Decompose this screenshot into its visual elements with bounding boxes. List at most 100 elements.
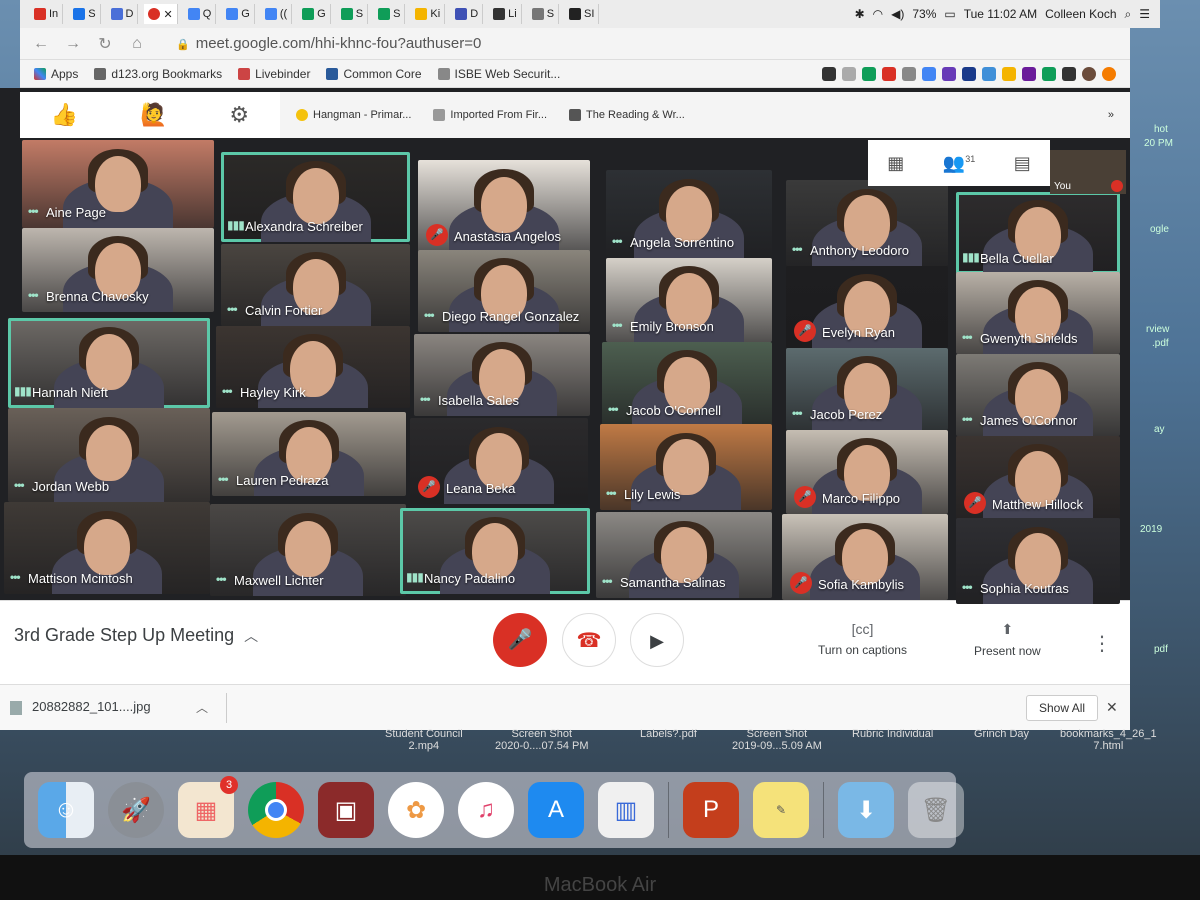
bookmark-isbe[interactable]: ISBE Web Securit... bbox=[437, 67, 560, 81]
extension-icon[interactable] bbox=[922, 66, 936, 81]
bookmark-reading-writing[interactable]: The Reading & Wr... bbox=[569, 109, 685, 121]
more-options-icon[interactable]: ⋮ bbox=[1092, 631, 1112, 656]
camera-icon[interactable] bbox=[822, 66, 836, 81]
bookmark-imported[interactable]: Imported From Fir... bbox=[433, 109, 547, 121]
participant-tile[interactable]: ••• Mattison Mcintosh bbox=[4, 502, 210, 594]
participant-tile[interactable]: ••• Maxwell Lichter bbox=[210, 504, 406, 596]
participant-tile[interactable]: ••• Brenna Chavosky bbox=[22, 228, 214, 312]
browser-tab[interactable]: Q bbox=[184, 4, 217, 24]
grid-layout-icon[interactable]: ▦ bbox=[887, 153, 904, 174]
home-icon[interactable]: ⌂ bbox=[128, 35, 146, 53]
chevron-up-icon[interactable]: ︿ bbox=[196, 699, 208, 716]
extension-icon[interactable] bbox=[962, 66, 976, 81]
captions-button[interactable]: [cc] Turn on captions bbox=[818, 621, 907, 657]
download-item[interactable]: 20882882_101....jpg bbox=[10, 699, 151, 715]
browser-tab[interactable]: In bbox=[30, 4, 64, 24]
extension-icon[interactable] bbox=[1002, 66, 1016, 81]
extension-icon[interactable] bbox=[902, 66, 916, 81]
leave-call-button[interactable]: ☎ bbox=[562, 613, 616, 667]
browser-tab[interactable]: S bbox=[69, 4, 101, 24]
browser-tab[interactable]: D bbox=[107, 4, 139, 24]
forward-arrow-icon[interactable]: → bbox=[64, 35, 82, 53]
browser-tab[interactable]: G bbox=[222, 4, 255, 24]
participant-tile[interactable]: ▮▮▮ Bella Cuellar bbox=[956, 192, 1120, 274]
extension-icon[interactable] bbox=[1102, 66, 1116, 81]
participant-tile[interactable]: ••• Jacob Perez bbox=[786, 348, 948, 430]
extension-icon[interactable] bbox=[1062, 66, 1076, 81]
browser-tab[interactable]: Li bbox=[489, 4, 522, 24]
participant-tile[interactable]: ••• Emily Bronson bbox=[606, 258, 772, 342]
photos-icon[interactable]: ✿ bbox=[388, 782, 444, 838]
desktop-file[interactable]: Screen Shot 2019-09...5.09 AM bbox=[732, 728, 822, 752]
itunes-icon[interactable]: ♫ bbox=[458, 782, 514, 838]
extension-icon[interactable] bbox=[982, 66, 996, 81]
battery-percent[interactable]: 73% bbox=[912, 7, 936, 21]
participant-tile[interactable]: 🎤 Matthew Hillock bbox=[956, 436, 1120, 520]
reload-icon[interactable]: ↻ bbox=[96, 34, 114, 54]
participant-tile[interactable]: 🎤 Leana Beka bbox=[410, 418, 588, 504]
browser-tab[interactable]: Ki bbox=[411, 4, 446, 24]
participant-tile[interactable]: ••• Lauren Pedraza bbox=[212, 412, 406, 496]
extension-icon[interactable] bbox=[882, 66, 896, 81]
present-now-button[interactable]: ⬆ Present now bbox=[974, 621, 1041, 658]
bookmark-common-core[interactable]: Common Core bbox=[326, 67, 422, 81]
participant-tile[interactable]: ••• Lily Lewis bbox=[600, 424, 772, 510]
wifi-icon[interactable]: ◠ bbox=[873, 7, 883, 21]
participant-tile[interactable]: ••• Anthony Leodoro bbox=[786, 180, 948, 266]
meeting-details-toggle[interactable]: 3rd Grade Step Up Meeting ︿ bbox=[14, 625, 258, 646]
browser-tab[interactable]: D bbox=[451, 4, 484, 24]
mic-toggle-button[interactable]: 🎤 bbox=[493, 613, 547, 667]
desktop-file[interactable]: Student Council 2.mp4 bbox=[385, 728, 463, 752]
downloads-folder-icon[interactable]: ⬇ bbox=[838, 782, 894, 838]
bookmark-apps[interactable]: Apps bbox=[34, 67, 78, 81]
desktop-file[interactable]: Labels?.pdf bbox=[640, 728, 697, 740]
powerpoint-icon[interactable]: P bbox=[683, 782, 739, 838]
bookmark-livebinder[interactable]: Livebinder bbox=[238, 67, 310, 81]
desktop-file[interactable]: Rubric Individual bbox=[852, 728, 933, 740]
clock[interactable]: Tue 11:02 AM bbox=[964, 7, 1037, 21]
extension-icon[interactable] bbox=[1022, 66, 1036, 81]
participant-tile[interactable]: 🎤 Evelyn Ryan bbox=[786, 266, 948, 348]
finder-icon[interactable]: ☺ bbox=[38, 782, 94, 838]
spotlight-icon[interactable]: ⌕ bbox=[1125, 7, 1132, 22]
bookmark-d123[interactable]: d123.org Bookmarks bbox=[94, 67, 222, 81]
bluetooth-icon[interactable]: ✱ bbox=[855, 7, 865, 21]
launchpad-icon[interactable]: 🚀 bbox=[108, 782, 164, 838]
participant-tile[interactable]: ••• Hayley Kirk bbox=[216, 326, 410, 408]
participant-tile[interactable]: ••• Samantha Salinas bbox=[596, 512, 772, 598]
menu-list-icon[interactable]: ☰ bbox=[1139, 7, 1150, 21]
thumbs-up-icon[interactable]: 👍 bbox=[51, 102, 78, 128]
desktop-file[interactable]: Screen Shot 2020-0....07.54 PM bbox=[495, 728, 589, 752]
browser-tab[interactable]: G bbox=[298, 4, 331, 24]
browser-tab[interactable]: S bbox=[528, 4, 560, 24]
participant-tile[interactable]: 🎤 Marco Filippo bbox=[786, 430, 948, 514]
show-all-button[interactable]: Show All bbox=[1026, 695, 1099, 721]
browser-tab[interactable]: S bbox=[337, 4, 369, 24]
photo-booth-icon[interactable]: ▣ bbox=[318, 782, 374, 838]
participant-tile[interactable]: ••• Gwenyth Shields bbox=[956, 272, 1120, 354]
star-icon[interactable] bbox=[842, 66, 856, 81]
raise-hand-icon[interactable]: 🙋 bbox=[140, 102, 167, 128]
participant-tile[interactable]: ▮▮▮ Nancy Padalino bbox=[400, 508, 590, 594]
trash-icon[interactable]: 🗑 bbox=[908, 782, 964, 838]
participant-tile[interactable]: ••• Aine Page bbox=[22, 140, 214, 228]
participant-tile[interactable]: 🎤 Sofia Kambylis bbox=[782, 514, 948, 600]
participant-tile[interactable]: ••• Calvin Fortier bbox=[221, 244, 410, 326]
participant-tile[interactable]: ••• Isabella Sales bbox=[414, 334, 590, 416]
browser-tab[interactable]: SI bbox=[565, 4, 600, 24]
chat-icon[interactable]: ▤ bbox=[1014, 153, 1031, 174]
participant-tile[interactable]: ••• Jordan Webb bbox=[8, 408, 210, 502]
participant-tile[interactable]: ▮▮▮ Hannah Nieft bbox=[8, 318, 210, 408]
gear-icon[interactable]: ⚙ bbox=[229, 102, 249, 128]
people-icon[interactable]: 👥31 bbox=[943, 153, 975, 174]
bookmarks-overflow-icon[interactable]: » bbox=[1108, 109, 1114, 121]
volume-icon[interactable]: ◀) bbox=[891, 7, 904, 21]
app-store-icon[interactable]: A bbox=[528, 782, 584, 838]
extension-icon[interactable] bbox=[862, 66, 876, 81]
extension-icon[interactable] bbox=[942, 66, 956, 81]
profile-avatar[interactable] bbox=[1082, 66, 1096, 81]
url-field[interactable]: 🔒 meet.google.com/hhi-khnc-fou?authuser=0 bbox=[176, 35, 481, 52]
reminders-icon[interactable]: ▦ 3 bbox=[178, 776, 238, 838]
browser-tab-active[interactable]: ✕ bbox=[144, 4, 178, 24]
participant-tile[interactable]: 🎤 Anastasia Angelos bbox=[418, 160, 590, 252]
